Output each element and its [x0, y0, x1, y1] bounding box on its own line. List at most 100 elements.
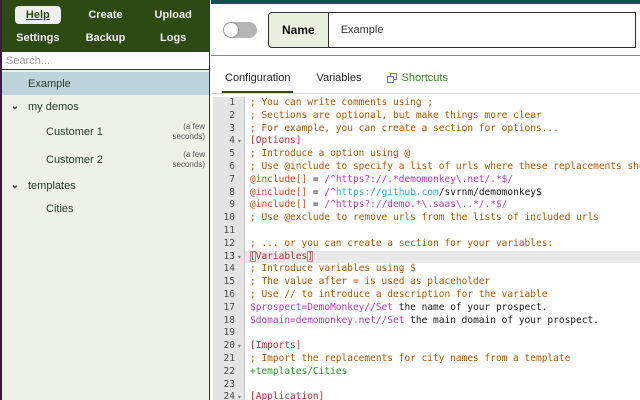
token-sec: [Imports]	[250, 340, 302, 352]
line-number: 18	[223, 314, 235, 326]
token-val: $domain=demomonkey.net//Set	[250, 314, 405, 326]
age-badge: (a few seconds)	[172, 150, 205, 169]
menu-item-backup[interactable]: Backup	[75, 29, 137, 47]
code-line[interactable]: 24 ▾ [Application]	[213, 391, 640, 400]
code-editor[interactable]: 1 ; You can write comments using ; 2 ; Sect…	[211, 94, 640, 400]
line-gutter: 6	[213, 160, 245, 174]
menu-item-settings[interactable]: Settings	[5, 29, 70, 47]
token-brk: ]	[307, 250, 313, 262]
code-line-text: @include[] = /^https://github.com/svrnm/…	[245, 187, 640, 200]
code-line-text: ; For example, you can create a section …	[245, 123, 640, 136]
code-line[interactable]: 17 $prospect=DemoMonkey//Set the name of …	[213, 301, 640, 315]
code-line[interactable]: 21 ; Import the replacements for city nam…	[213, 352, 640, 366]
token-opt: @include[]	[250, 186, 308, 198]
tab-shortcuts[interactable]: Shortcuts	[384, 72, 450, 93]
code-line[interactable]: 7 @include[] = /^https?://.*demomonkey\.n…	[213, 173, 640, 187]
menu-item-upload[interactable]: Upload	[144, 6, 203, 24]
line-number: 24	[223, 391, 235, 400]
menu-item-create[interactable]: Create	[77, 6, 133, 24]
tree-item-label: Customer 1	[46, 126, 103, 138]
fold-icon[interactable]: ▾	[235, 251, 244, 264]
tree-item-cities[interactable]: Cities	[2, 197, 209, 220]
configuration-tree: Example ⌄ my demos Customer 1 (a few seconds…	[2, 70, 209, 220]
token-val: /^https?://.*demomonkey\.net/.*$/	[324, 173, 514, 185]
tree-item-customer-2[interactable]: Customer 2 (a few seconds)	[2, 146, 209, 174]
fold-icon[interactable]: ▾	[235, 340, 244, 353]
token-pln: =	[307, 186, 325, 198]
code-line[interactable]: 8 @include[] = /^https://github.com/svrnm…	[213, 186, 640, 200]
code-line[interactable]: 12 ; ... or you can create a section for …	[213, 237, 640, 251]
chevron-down-icon[interactable]: ⌄	[2, 101, 28, 112]
code-line[interactable]: 2 ; Sections are optional, but make thing…	[213, 109, 640, 123]
line-gutter: 5	[213, 148, 245, 161]
tab-configuration[interactable]: Configuration	[222, 72, 294, 93]
code-line[interactable]: 3 ; For example, you can create a section…	[213, 122, 640, 136]
line-gutter: 23	[213, 378, 245, 392]
enable-toggle[interactable]	[223, 21, 257, 38]
line-number: 23	[223, 378, 235, 390]
line-gutter: 7	[213, 173, 245, 187]
code-line[interactable]: 6 ; Use @include to specify a list of url…	[213, 160, 640, 174]
code-line-text: ; Use @include to specify a list of urls…	[245, 161, 640, 174]
token-imp: +templates/Cities	[250, 365, 348, 377]
chevron-down-icon[interactable]: ⌄	[2, 180, 28, 191]
tree-item-my-demos[interactable]: ⌄ my demos	[2, 95, 209, 118]
code-line[interactable]: 9 @include[] = /^https?://demo.*\.saas\..…	[213, 199, 640, 213]
code-line[interactable]: 18 $domain=demomonkey.net//Set the main d…	[213, 314, 640, 328]
code-line-text: @include[] = /^https?://demo.*\.saas\..*…	[245, 199, 640, 212]
line-gutter: 20 ▾	[213, 340, 245, 353]
fold-gap	[235, 174, 244, 187]
code-line[interactable]: 14 ; Introduce variables using $	[213, 263, 640, 277]
code-line-text: [Options]	[245, 135, 640, 148]
token-com: ; Introduce a option using @	[250, 148, 411, 160]
code-line[interactable]: 19	[213, 327, 640, 341]
code-line[interactable]: 5 ; Introduce a option using @	[213, 148, 640, 161]
code-line[interactable]: 13 ▾ [Variables]	[213, 250, 640, 264]
token-com: ; For example, you can create a section …	[250, 122, 559, 134]
menu-item-help[interactable]: Help	[14, 5, 61, 24]
line-number: 12	[223, 237, 235, 249]
search-input[interactable]	[2, 52, 209, 70]
line-gutter: 9	[213, 199, 245, 213]
fold-icon[interactable]: ▾	[235, 135, 244, 148]
code-line[interactable]: 1 ; You can write comments using ;	[213, 97, 640, 110]
tree-item-templates[interactable]: ⌄ templates	[2, 174, 209, 197]
tab-label: Variables	[316, 72, 362, 84]
fold-gap	[235, 238, 244, 251]
code-line[interactable]: 10 ; Use @exclude to remove urls from the…	[213, 212, 640, 225]
code-line-text: ; Import the replacements for city names…	[245, 353, 640, 366]
code-line-text: @include[] = /^https?://.*demomonkey\.ne…	[245, 174, 640, 187]
tree-item-customer-1[interactable]: Customer 1 (a few seconds)	[2, 118, 209, 146]
line-gutter: 10	[213, 212, 245, 225]
window-edge-stripe	[0, 0, 2, 400]
code-line[interactable]: 15 ; The value after = is used as placeho…	[213, 276, 640, 289]
code-line[interactable]: 4 ▾ [Options]	[213, 135, 640, 149]
tree-item-label: Example	[28, 77, 71, 90]
fold-gap	[235, 379, 244, 392]
fold-icon[interactable]: ▾	[235, 391, 244, 400]
code-line[interactable]: 20 ▾ [Imports]	[213, 340, 640, 353]
shortcuts-icon	[387, 73, 398, 83]
line-number: 5	[229, 148, 235, 160]
token-com: ; Sections are optional, but make things…	[250, 109, 542, 121]
tree-item-example[interactable]: Example	[2, 72, 209, 95]
code-line-text: ; Introduce a option using @	[245, 148, 640, 161]
tab-variables[interactable]: Variables	[313, 72, 364, 93]
code-line[interactable]: 22 +templates/Cities	[213, 365, 640, 379]
token-opt: @include[]	[250, 173, 308, 185]
fold-gap	[235, 276, 244, 289]
line-number: 11	[223, 224, 235, 236]
code-line[interactable]: 16 ; Use // to introduce a description fo…	[213, 288, 640, 302]
code-line[interactable]: 23	[213, 378, 640, 392]
code-line-text: [Application]	[245, 391, 640, 400]
line-number: 15	[223, 276, 235, 288]
code-line[interactable]: 11	[213, 224, 640, 238]
fold-gap	[235, 187, 244, 200]
line-gutter: 13 ▾	[213, 250, 245, 264]
menu-item-logs[interactable]: Logs	[149, 29, 197, 47]
name-input[interactable]	[328, 11, 636, 48]
line-number: 21	[223, 352, 235, 364]
code-line-text: ; Sections are optional, but make things…	[245, 110, 640, 123]
line-number: 10	[223, 212, 235, 224]
